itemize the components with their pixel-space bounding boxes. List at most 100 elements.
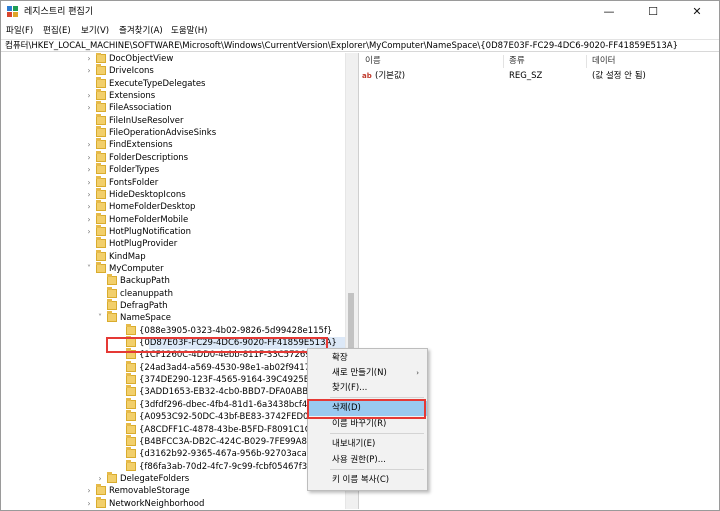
expand-chevron-icon[interactable] (85, 238, 93, 250)
tree-item[interactable]: {088e3905-0323-4b02-9826-5d99428e115f} (1, 323, 345, 337)
expand-chevron-icon[interactable] (107, 436, 115, 448)
expand-chevron-icon[interactable] (107, 399, 115, 411)
tree-item[interactable]: {3dfdf296-dbec-4fb4-81d1-6a3438bcf4de} (1, 397, 345, 411)
value-name[interactable]: (기본값) (375, 70, 405, 82)
context-menu-item-find[interactable]: 찾기(F)... (308, 381, 427, 396)
tree-item[interactable]: KindMap (1, 249, 345, 263)
expand-chevron-icon[interactable] (85, 78, 93, 90)
tree-item[interactable]: › FolderDescriptions (1, 150, 345, 164)
column-divider[interactable] (586, 55, 587, 68)
context-menu-item-copy-key-name[interactable]: 키 이름 복사(C) (308, 473, 427, 488)
expand-chevron-icon[interactable] (85, 127, 93, 139)
expand-chevron-icon[interactable]: › (85, 139, 93, 151)
minimize-button[interactable]: — (587, 1, 631, 23)
tree-item[interactable]: {d3162b92-9365-467a-956b-92703aca08af} (1, 447, 345, 460)
menu-edit[interactable]: 편집(E) (40, 24, 74, 38)
tree-item[interactable]: {B4BFCC3A-DB2C-424C-B029-7FE99A87C641} (1, 434, 345, 448)
expand-chevron-icon[interactable]: › (85, 485, 93, 497)
menu-file[interactable]: 파일(F) (3, 24, 36, 38)
expand-chevron-icon[interactable]: › (85, 65, 93, 77)
expand-chevron-icon[interactable] (96, 288, 104, 300)
tree-item[interactable]: › HomeFolderDesktop (1, 200, 345, 213)
expand-chevron-icon[interactable]: › (85, 498, 93, 509)
folder-icon (96, 138, 106, 150)
tree-item[interactable]: › RemovableStorage (1, 484, 345, 497)
tree-item[interactable]: ˅ MyComputer (1, 261, 345, 275)
folder-icon (96, 175, 106, 187)
tree-item[interactable]: {24ad3ad4-a569-4530-98e1-ab02f9417aa8} (1, 360, 345, 374)
context-menu-item-expand[interactable]: 확장 (308, 351, 427, 366)
tree-item[interactable]: › HotPlugNotification (1, 224, 345, 238)
expand-chevron-icon[interactable] (107, 362, 115, 374)
tree-item[interactable]: FileInUseResolver (1, 113, 345, 127)
menu-view[interactable]: 보기(V) (78, 24, 112, 38)
expand-chevron-icon[interactable] (107, 386, 115, 398)
tree-item[interactable]: {f86fa3ab-70d2-4fc7-9c99-fcbf05467f3a} (1, 459, 345, 473)
tree-item[interactable]: {374DE290-123F-4565-9164-39C4925E467B} (1, 373, 345, 386)
menu-help[interactable]: 도움말(H) (168, 24, 210, 38)
tree-item[interactable]: {3ADD1653-EB32-4cb0-BBD7-DFA0ABB5ACCA} (1, 385, 345, 398)
expand-chevron-icon[interactable] (96, 300, 104, 312)
maximize-button[interactable]: ☐ (631, 1, 675, 23)
menu-favorites[interactable]: 즐겨찾기(A) (116, 24, 166, 38)
tree-item[interactable]: › FindExtensions (1, 138, 345, 151)
expand-chevron-icon[interactable]: › (96, 473, 104, 485)
expand-chevron-icon[interactable]: › (85, 90, 93, 102)
tree-item[interactable]: › NetworkNeighborhood (1, 496, 345, 509)
expand-chevron-icon[interactable] (85, 115, 93, 127)
tree-item[interactable]: {A0953C92-50DC-43bf-BE83-3742FED03C9C} (1, 410, 345, 423)
expand-chevron-icon[interactable] (107, 448, 115, 460)
tree-item[interactable]: › FontsFolder (1, 175, 345, 189)
expand-chevron-icon[interactable]: ˅ (96, 312, 104, 324)
tree-item[interactable]: HotPlugProvider (1, 237, 345, 250)
expand-chevron-icon[interactable]: › (85, 102, 93, 114)
column-divider[interactable] (503, 55, 504, 68)
context-menu-item-new[interactable]: 새로 만들기(N) › (308, 366, 427, 381)
tree-item[interactable]: FileOperationAdviseSinks (1, 126, 345, 139)
close-button[interactable]: ✕ (675, 1, 719, 23)
tree-item[interactable]: cleanuppath (1, 286, 345, 300)
expand-chevron-icon[interactable]: › (85, 214, 93, 226)
context-menu-item-rename[interactable]: 이름 바꾸기(R) (308, 417, 427, 432)
expand-chevron-icon[interactable]: › (85, 152, 93, 164)
tree-item[interactable]: › DocObjectView (1, 53, 345, 65)
tree-item[interactable]: {A8CDFF1C-4878-43be-B5FD-F8091C1C60D0} (1, 422, 345, 436)
tree-item[interactable]: BackupPath (1, 274, 345, 287)
expand-chevron-icon[interactable]: › (85, 201, 93, 213)
expand-chevron-icon[interactable]: ˅ (85, 263, 93, 275)
tree-item[interactable]: DefragPath (1, 299, 345, 312)
expand-chevron-icon[interactable] (96, 275, 104, 287)
tree-item[interactable]: › DriveIcons (1, 64, 345, 77)
tree-item[interactable]: › FolderTypes (1, 163, 345, 176)
context-menu-item-permissions[interactable]: 사용 권한(P)... (308, 453, 427, 468)
expand-chevron-icon[interactable] (107, 374, 115, 386)
expand-chevron-icon[interactable] (107, 424, 115, 436)
expand-chevron-icon[interactable]: › (85, 164, 93, 176)
expand-chevron-icon[interactable]: › (85, 226, 93, 238)
value-type: REG_SZ (509, 71, 543, 81)
tree-item[interactable]: › DelegateFolders (1, 471, 345, 485)
column-header-name[interactable]: 이름 (365, 55, 381, 67)
tree-item[interactable]: › Extensions (1, 89, 345, 102)
expand-chevron-icon[interactable] (107, 461, 115, 473)
expand-chevron-icon[interactable] (85, 251, 93, 263)
expand-chevron-icon[interactable]: › (85, 53, 93, 65)
folder-icon (107, 274, 117, 286)
tree-item[interactable]: ˅ NameSpace (1, 311, 345, 324)
column-header-data[interactable]: 데이터 (592, 55, 615, 67)
tree-item[interactable]: ExecuteTypeDelegates (1, 76, 345, 90)
folder-icon (96, 126, 106, 138)
tree-item[interactable]: › HomeFolderMobile (1, 212, 345, 226)
tree-item-label: Extensions (109, 91, 156, 102)
folder-icon (107, 299, 117, 310)
expand-chevron-icon[interactable]: › (85, 189, 93, 201)
context-menu-item-export[interactable]: 내보내기(E) (308, 437, 427, 452)
tree-item[interactable]: › FileAssociation (1, 101, 345, 114)
expand-chevron-icon[interactable]: › (85, 177, 93, 189)
tree-item[interactable]: › HideDesktopIcons (1, 187, 345, 201)
column-header-type[interactable]: 종류 (509, 55, 525, 67)
address-bar[interactable]: 컴퓨터\HKEY_LOCAL_MACHINE\SOFTWARE\Microsof… (1, 39, 719, 52)
expand-chevron-icon[interactable] (107, 411, 115, 423)
expand-chevron-icon[interactable] (107, 325, 115, 337)
tree-scrollbar-thumb[interactable] (348, 293, 354, 353)
